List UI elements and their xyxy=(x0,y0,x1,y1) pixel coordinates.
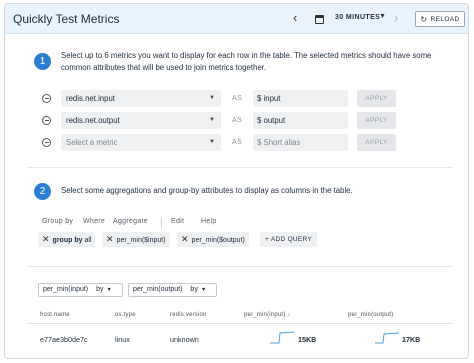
step-1-text-line-2: common attributes that will be used to j… xyxy=(61,63,266,72)
table-header-divider xyxy=(27,323,453,324)
metric-select-value: redis.net.output xyxy=(66,116,120,125)
by-label: by xyxy=(190,286,198,293)
step-2-instructions: Select some aggregations and group-by at… xyxy=(61,186,353,195)
menu-edit[interactable]: Edit xyxy=(171,218,184,225)
metric-select[interactable]: redis.net.input ▼ xyxy=(61,90,221,107)
reload-label: RELOAD xyxy=(430,15,460,23)
caret-down-icon: ▼ xyxy=(209,139,215,145)
column-header-os-type[interactable]: os.type xyxy=(115,312,136,318)
close-icon[interactable]: ✕ xyxy=(181,234,189,244)
chevron-down-icon[interactable]: ▼ xyxy=(379,13,386,20)
cell-per-min-output: 17KB xyxy=(402,335,421,344)
step-1-instructions: Select up to 6 metrics you want to displ… xyxy=(61,50,461,74)
cell-host-name: e77ae3b0de7c xyxy=(40,335,88,344)
metric-select-value: redis.net.input xyxy=(66,94,115,103)
cell-per-min-input: 15KB xyxy=(298,335,317,344)
chip-keyword: group by xyxy=(52,237,83,244)
cell-redis-version: unknown xyxy=(170,335,199,344)
by-label: by xyxy=(96,286,104,293)
step-number: 1 xyxy=(39,56,46,67)
menu-help[interactable]: Help xyxy=(201,218,217,225)
step-number: 2 xyxy=(39,186,46,197)
as-label: AS xyxy=(232,117,243,124)
panel-header: Quickly Test Metrics ‹ 30 MINUTES ▼ › ↻ … xyxy=(5,4,468,34)
alias-input[interactable]: $ input xyxy=(253,90,348,107)
close-icon[interactable]: ✕ xyxy=(106,234,114,244)
query-chip-group-by[interactable]: ✕ group by all xyxy=(38,232,96,247)
column-select-value: per_min(output) xyxy=(133,286,183,293)
section-divider xyxy=(27,167,453,168)
close-icon[interactable]: ✕ xyxy=(42,234,50,244)
column-header-redis-version[interactable]: redis.version xyxy=(170,312,207,318)
apply-button[interactable]: APPLY xyxy=(357,112,396,129)
apply-button[interactable]: APPLY xyxy=(357,90,396,107)
chip-value: all xyxy=(82,237,92,244)
caret-down-icon: ▼ xyxy=(200,287,207,293)
caret-down-icon: ▼ xyxy=(209,95,215,101)
menu-group-by[interactable]: Group by xyxy=(42,218,73,225)
chevron-left-icon[interactable]: ‹ xyxy=(293,11,297,25)
as-label: AS xyxy=(232,95,243,102)
column-select-value: per_min(input) xyxy=(43,286,89,293)
add-query-button[interactable]: + ADD QUERY xyxy=(260,232,318,247)
remove-metric-icon[interactable] xyxy=(42,116,51,125)
quick-test-metrics-panel: Quickly Test Metrics ‹ 30 MINUTES ▼ › ↻ … xyxy=(4,3,469,359)
step-1-badge: 1 xyxy=(34,53,51,70)
caret-down-icon: ▼ xyxy=(209,117,215,123)
column-header-host-name[interactable]: host.name xyxy=(40,312,70,318)
section-divider xyxy=(27,266,453,267)
step-2-badge: 2 xyxy=(34,183,51,200)
apply-button[interactable]: APPLY xyxy=(357,134,396,151)
chip-value: per_min($input) xyxy=(116,237,166,244)
metric-select[interactable]: redis.net.output ▼ xyxy=(61,112,221,129)
reload-button[interactable]: ↻ RELOAD xyxy=(415,11,465,27)
column-select-input[interactable]: per_min(input) by ▼ xyxy=(38,283,123,297)
calendar-icon[interactable] xyxy=(315,15,324,24)
remove-metric-icon[interactable] xyxy=(42,94,51,103)
query-chip-output[interactable]: ✕ per_min($output) xyxy=(177,232,249,247)
caret-down-icon: ▼ xyxy=(106,287,112,293)
alias-input[interactable]: $ Short alias xyxy=(253,134,348,151)
metric-select-placeholder: Select a metric xyxy=(66,138,118,147)
column-select-output[interactable]: per_min(output) by ▼ xyxy=(128,283,217,297)
column-header-per-min-output[interactable]: per_min(output) xyxy=(348,312,393,318)
refresh-icon: ↻ xyxy=(420,14,428,24)
chip-value: per_min($output) xyxy=(191,237,245,244)
metric-select[interactable]: Select a metric ▼ xyxy=(61,134,221,151)
menu-where[interactable]: Where xyxy=(83,218,105,225)
sort-desc-icon: ↓ xyxy=(287,312,291,318)
sparkline-output xyxy=(375,332,399,344)
panel-title: Quickly Test Metrics xyxy=(13,12,120,26)
column-header-per-min-input[interactable]: per_min(input) ↓ xyxy=(244,312,291,318)
step-1-text-line-1: Select up to 6 metrics you want to displ… xyxy=(61,51,432,60)
remove-metric-icon[interactable] xyxy=(42,138,51,147)
alias-input[interactable]: $ output xyxy=(253,112,348,129)
sparkline-input xyxy=(270,331,294,344)
as-label: AS xyxy=(232,139,243,146)
cell-os-type: linux xyxy=(115,335,130,344)
column-header-label: per_min(input) xyxy=(244,312,286,318)
time-range-select[interactable]: 30 MINUTES xyxy=(335,14,380,21)
menu-aggregate[interactable]: Aggregate xyxy=(113,218,148,225)
query-chip-input[interactable]: ✕ per_min($input) xyxy=(102,232,170,247)
chevron-right-icon[interactable]: › xyxy=(394,11,398,25)
menu-separator xyxy=(161,217,162,228)
